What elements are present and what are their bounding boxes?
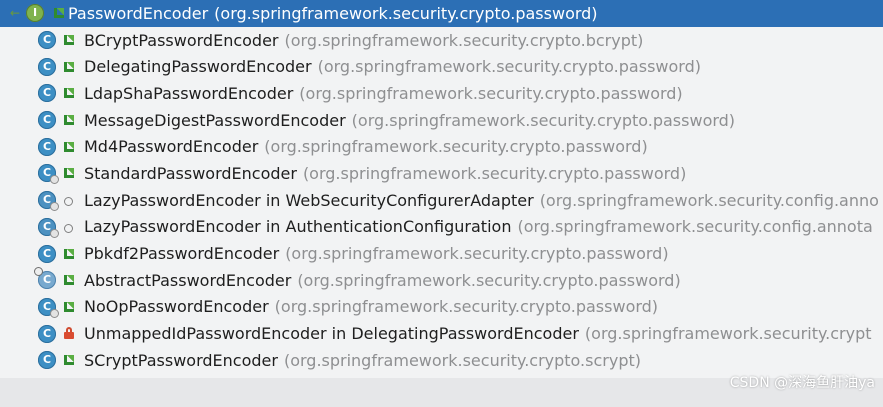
class-icon: C — [38, 31, 56, 50]
list-item[interactable]: C AbstractPasswordEncoder (org.springfra… — [0, 267, 883, 294]
item-name: UnmappedIdPasswordEncoder in DelegatingP… — [84, 324, 579, 344]
list-item[interactable]: C LazyPasswordEncoder in WebSecurityConf… — [0, 187, 883, 214]
list-item-header[interactable]: ← I PasswordEncoder (org.springframework… — [0, 0, 883, 27]
item-name: PasswordEncoder — [68, 3, 209, 23]
item-name: MessageDigestPasswordEncoder — [84, 110, 346, 130]
list-item[interactable]: C SCryptPasswordEncoder (org.springframe… — [0, 347, 883, 374]
item-name: AbstractPasswordEncoder — [84, 270, 292, 290]
list-item[interactable]: C DelegatingPasswordEncoder (org.springf… — [0, 53, 883, 80]
item-name: BCryptPasswordEncoder — [84, 30, 279, 50]
public-access-icon — [54, 8, 64, 19]
item-icon-group: C — [38, 217, 76, 238]
item-package: (org.springframework.security.crypto.pas… — [285, 244, 669, 264]
list-item[interactable]: C LazyPasswordEncoder in AuthenticationC… — [0, 214, 883, 241]
class-icon: C — [38, 84, 56, 103]
item-package: (org.springframework.security.crypto.pas… — [214, 3, 598, 23]
public-access-icon — [64, 141, 74, 152]
class-icon: C — [38, 164, 59, 185]
item-icon-group: C — [38, 244, 76, 264]
item-icon-group: C — [38, 83, 76, 103]
item-icon-group: C — [38, 324, 76, 344]
item-icon-group: C — [34, 267, 76, 290]
class-icon: C — [38, 244, 56, 263]
abstract-badge-icon — [34, 267, 43, 277]
public-access-icon — [64, 35, 74, 46]
private-access-lock-icon — [64, 326, 74, 339]
watermark: CSDN @深海鱼肝油ya — [729, 375, 875, 391]
item-package: (org.springframework.security.crypto.bcr… — [284, 30, 644, 50]
package-private-access-icon — [64, 223, 73, 233]
list-item[interactable]: C StandardPasswordEncoder (org.springfra… — [0, 160, 883, 187]
inner-class-icon: C — [38, 217, 59, 238]
item-icon-group: C — [38, 137, 76, 157]
list-item[interactable]: C MessageDigestPasswordEncoder (org.spri… — [0, 107, 883, 134]
public-access-icon — [64, 248, 74, 259]
item-package: (org.springframework.security.crypto.pas… — [299, 83, 683, 103]
class-icon: C — [38, 351, 56, 370]
item-name: SCryptPasswordEncoder — [84, 350, 278, 370]
list-item[interactable]: C BCryptPasswordEncoder (org.springframe… — [0, 27, 883, 54]
deprecated-badge-icon — [50, 308, 59, 318]
item-package: (org.springframework.security.crypto.pas… — [317, 57, 701, 77]
item-package: (org.springframework.security.config.ann… — [517, 217, 873, 237]
list-item[interactable]: C LdapShaPasswordEncoder (org.springfram… — [0, 80, 883, 107]
implementations-list: ← I PasswordEncoder (org.springframework… — [0, 0, 883, 378]
public-access-icon — [64, 168, 74, 179]
inner-badge-icon — [50, 228, 59, 238]
item-name: LdapShaPasswordEncoder — [84, 83, 294, 103]
item-package: (org.springframework.security.crypto.scr… — [283, 350, 641, 370]
list-item[interactable]: C Pbkdf2PasswordEncoder (org.springframe… — [0, 240, 883, 267]
public-access-icon — [64, 61, 74, 72]
class-icon: C — [38, 111, 56, 130]
list-item[interactable]: C UnmappedIdPasswordEncoder in Delegatin… — [0, 320, 883, 347]
public-access-icon — [64, 275, 74, 286]
class-icon: C — [38, 297, 59, 318]
item-package: (org.springframework.security.crypto.pas… — [302, 163, 687, 183]
item-icon-group: C — [38, 350, 76, 370]
item-icon-group: C — [38, 163, 76, 185]
class-icon: C — [38, 324, 56, 343]
public-access-icon — [64, 355, 74, 366]
public-access-icon — [64, 301, 74, 312]
item-name: Md4PasswordEncoder — [84, 137, 259, 157]
public-access-icon — [64, 88, 74, 99]
item-icon-group: C — [38, 297, 76, 318]
item-name: NoOpPasswordEncoder — [84, 297, 269, 317]
public-access-icon — [64, 115, 74, 126]
item-name: LazyPasswordEncoder in WebSecurityConfig… — [84, 190, 534, 210]
inner-class-icon: C — [38, 191, 59, 212]
item-package: (org.springframework.security.crypto.pas… — [264, 137, 648, 157]
class-icon: C — [38, 57, 56, 76]
item-package: (org.springframework.security.crypto.pas… — [351, 110, 736, 130]
item-package: (org.springframework.security.crypto.pas… — [297, 270, 681, 290]
deprecated-badge-icon — [50, 175, 59, 185]
item-name: LazyPasswordEncoder in AuthenticationCon… — [84, 217, 512, 237]
item-icon-group: C — [38, 57, 76, 77]
item-name: StandardPasswordEncoder — [84, 163, 297, 183]
item-package: (org.springframework.security.config.ann… — [539, 190, 879, 210]
item-name: Pbkdf2PasswordEncoder — [84, 244, 280, 264]
header-icon-group: ← I — [10, 3, 66, 23]
item-icon-group: C — [38, 190, 76, 212]
interface-icon: I — [26, 4, 44, 23]
item-name: DelegatingPasswordEncoder — [84, 57, 312, 77]
item-package: (org.springframework.security.crypt — [584, 324, 872, 344]
item-icon-group: C — [38, 30, 76, 50]
class-icon: C — [38, 137, 56, 156]
item-icon-group: C — [38, 110, 76, 130]
list-item[interactable]: C NoOpPasswordEncoder (org.springframewo… — [0, 294, 883, 321]
implementation-arrow-icon: ← — [10, 6, 21, 21]
item-package: (org.springframework.security.crypto.pas… — [274, 297, 659, 317]
inner-badge-icon — [50, 202, 59, 212]
abstract-class-icon: C — [34, 267, 56, 290]
package-private-access-icon — [64, 197, 73, 207]
list-item[interactable]: C Md4PasswordEncoder (org.springframewor… — [0, 133, 883, 160]
